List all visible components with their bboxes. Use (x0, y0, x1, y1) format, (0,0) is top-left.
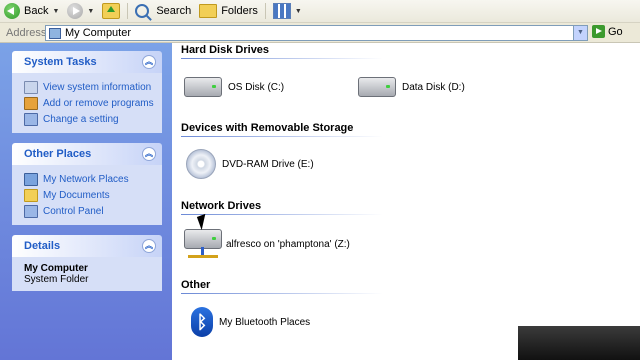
address-value: My Computer (65, 27, 132, 39)
item-label: My Bluetooth Places (219, 316, 311, 328)
section-divider (181, 136, 383, 137)
task-label: View system information (43, 81, 152, 93)
dvd-drive-icon (186, 149, 216, 179)
control-panel-icon (24, 112, 38, 126)
documents-folder-icon (24, 188, 38, 202)
go-button[interactable]: Go (592, 25, 623, 38)
hard-disk-icon (358, 77, 396, 97)
details-name: My Computer (24, 263, 88, 274)
drive-label: alfresco on 'phamptona' (Z:) (226, 238, 350, 250)
collapse-chevron-icon[interactable]: ︽ (142, 239, 156, 253)
go-arrow-icon (592, 25, 605, 38)
collapse-chevron-icon[interactable]: ︽ (142, 147, 156, 161)
views-dropdown-icon[interactable]: ▼ (295, 8, 302, 15)
search-button[interactable]: Search (131, 1, 195, 21)
section-other: Other (181, 279, 211, 291)
task-add-remove-programs[interactable]: Add or remove programs (24, 95, 154, 111)
other-places-list: My Network Places My Documents Control P… (12, 165, 162, 225)
place-my-documents[interactable]: My Documents (24, 187, 154, 203)
bluetooth-icon: ᛒ (191, 307, 213, 337)
address-dropdown-icon[interactable]: ▼ (573, 26, 587, 40)
search-label: Search (156, 5, 192, 17)
place-control-panel[interactable]: Control Panel (24, 203, 154, 219)
main-content: Hard Disk Drives OS Disk (C:) Data Disk … (172, 43, 640, 360)
system-tasks-header[interactable]: System Tasks ︽ (12, 51, 162, 73)
toolbar: Back ▼ ▼ Search Folders ▼ (0, 0, 640, 23)
folders-button[interactable]: Folders (195, 1, 262, 21)
hard-disk-icon (184, 77, 222, 97)
folders-icon (199, 4, 218, 18)
place-label: My Documents (43, 189, 110, 201)
task-view-system-information[interactable]: View system information (24, 79, 154, 95)
toolbar-separator (127, 3, 129, 19)
section-divider (181, 58, 383, 59)
task-pane: System Tasks ︽ View system information A… (0, 43, 172, 360)
my-computer-icon (49, 27, 61, 39)
details-body: My Computer System Folder (12, 257, 162, 291)
drive-dvd-ram[interactable]: DVD-RAM Drive (E:) (186, 149, 314, 179)
other-places-title: Other Places (24, 148, 92, 160)
system-tasks-panel: System Tasks ︽ View system information A… (12, 51, 162, 133)
details-type: System Folder (24, 274, 89, 285)
go-label: Go (608, 25, 623, 38)
details-title: Details (24, 240, 61, 252)
place-label: Control Panel (43, 205, 104, 217)
section-removable-storage: Devices with Removable Storage (181, 122, 354, 134)
back-arrow-icon (4, 3, 20, 19)
task-label: Add or remove programs (43, 97, 154, 109)
section-divider (181, 293, 383, 294)
drive-data-disk[interactable]: Data Disk (D:) (358, 77, 465, 97)
back-button[interactable]: Back ▼ (0, 1, 63, 21)
toolbar-separator (264, 3, 266, 19)
drive-label: Data Disk (D:) (402, 81, 465, 93)
webcam-overlay (518, 326, 640, 360)
views-button[interactable]: ▼ (269, 1, 306, 21)
system-info-icon (24, 80, 38, 94)
system-tasks-list: View system information Add or remove pr… (12, 73, 162, 133)
views-icon (272, 3, 291, 19)
section-hard-disk-drives: Hard Disk Drives (181, 44, 270, 56)
forward-dropdown-icon[interactable]: ▼ (87, 8, 94, 15)
drive-os-disk[interactable]: OS Disk (C:) (184, 77, 284, 97)
forward-button[interactable]: ▼ (63, 1, 98, 21)
task-change-setting[interactable]: Change a setting (24, 111, 154, 127)
address-bar: Address My Computer ▼ Go (0, 23, 640, 43)
back-label: Back (24, 5, 49, 17)
control-panel-icon (24, 204, 38, 218)
address-input[interactable]: My Computer ▼ (45, 25, 588, 41)
search-icon (135, 4, 150, 18)
drive-label: DVD-RAM Drive (E:) (222, 158, 314, 170)
forward-arrow-icon (67, 3, 84, 19)
network-drive-icon (184, 229, 222, 259)
section-network-drives: Network Drives (181, 200, 262, 212)
task-label: Change a setting (43, 113, 119, 125)
place-my-network-places[interactable]: My Network Places (24, 171, 154, 187)
network-places-icon (24, 172, 38, 186)
section-divider (181, 214, 383, 215)
drive-network-alfresco[interactable]: alfresco on 'phamptona' (Z:) (184, 229, 350, 259)
drive-label: OS Disk (C:) (228, 81, 285, 93)
details-panel: Details ︽ My Computer System Folder (12, 235, 162, 291)
folders-label: Folders (221, 5, 258, 17)
up-folder-button[interactable] (98, 1, 124, 21)
system-tasks-title: System Tasks (24, 56, 97, 68)
collapse-chevron-icon[interactable]: ︽ (142, 55, 156, 69)
item-bluetooth-places[interactable]: ᛒ My Bluetooth Places (191, 307, 310, 337)
place-label: My Network Places (43, 173, 129, 185)
up-folder-icon (102, 3, 121, 19)
other-places-panel: Other Places ︽ My Network Places My Docu… (12, 143, 162, 225)
other-places-header[interactable]: Other Places ︽ (12, 143, 162, 165)
add-remove-programs-icon (24, 96, 38, 110)
back-dropdown-icon[interactable]: ▼ (52, 8, 59, 15)
details-header[interactable]: Details ︽ (12, 235, 162, 257)
